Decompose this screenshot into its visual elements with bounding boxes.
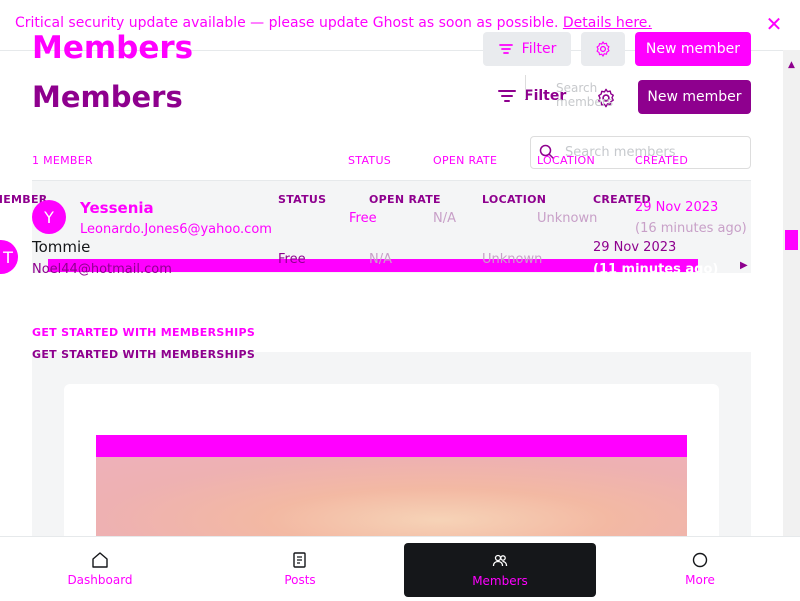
banner-message: Critical security update available — ple… bbox=[15, 15, 559, 31]
search-placeholder-ghost: Search members bbox=[556, 81, 613, 109]
more-icon bbox=[692, 552, 708, 568]
page-title-ghost: Members bbox=[32, 30, 194, 66]
nav-posts[interactable]: Posts bbox=[200, 537, 400, 601]
column-status-2[interactable]: STATUS bbox=[278, 193, 326, 206]
column-open-rate-2[interactable]: OPEN RATE bbox=[369, 193, 441, 206]
member-created: 29 Nov 2023 bbox=[593, 240, 677, 255]
gear-icon bbox=[596, 41, 610, 57]
column-created[interactable]: CREATED bbox=[635, 154, 688, 167]
avatar: Y bbox=[32, 200, 66, 234]
memberships-heading: GET STARTED WITH MEMBERSHIPS bbox=[32, 348, 256, 361]
member-email: Noel44@hotmail.com bbox=[32, 262, 172, 277]
avatar: T bbox=[0, 240, 18, 274]
column-location-2[interactable]: LOCATION bbox=[482, 193, 546, 206]
member-count: 1 MEMBER bbox=[32, 154, 93, 167]
nav-dashboard-label: Dashboard bbox=[67, 573, 133, 587]
member-status: Free bbox=[278, 252, 306, 267]
filter-button-ghost[interactable]: Filter bbox=[483, 32, 571, 66]
chevron-right-icon[interactable]: ▶ bbox=[740, 260, 748, 271]
avatar-letter: Y bbox=[44, 207, 54, 227]
nav-dashboard[interactable]: Dashboard bbox=[0, 537, 200, 601]
close-icon[interactable]: ✕ bbox=[764, 14, 784, 34]
nav-posts-label: Posts bbox=[284, 573, 316, 587]
member-location: Unknown bbox=[537, 211, 598, 226]
memberships-heading-ghost: GET STARTED WITH MEMBERSHIPS bbox=[32, 326, 256, 339]
vertical-scrollbar[interactable] bbox=[783, 50, 800, 536]
filter-icon bbox=[498, 90, 516, 102]
nav-more-label: More bbox=[685, 573, 715, 587]
member-created-ago: (16 minutes ago) bbox=[635, 221, 747, 236]
page-title: Members bbox=[32, 80, 183, 114]
posts-icon bbox=[293, 552, 306, 568]
new-member-button[interactable]: New member bbox=[638, 80, 751, 114]
search-input-ghost[interactable]: Search members bbox=[525, 75, 631, 109]
members-icon bbox=[492, 554, 508, 567]
member-created: 29 Nov 2023 bbox=[635, 200, 719, 215]
member-status: Free bbox=[349, 211, 377, 226]
scroll-up-icon[interactable]: ▲ bbox=[785, 60, 798, 72]
new-member-button-ghost[interactable]: New member bbox=[635, 32, 751, 66]
filter-icon bbox=[498, 44, 513, 54]
banner-text: Critical security update available — ple… bbox=[15, 15, 652, 31]
filter-label-ghost: Filter bbox=[521, 41, 557, 57]
member-open-rate: N/A bbox=[369, 252, 392, 267]
column-open-rate[interactable]: OPEN RATE bbox=[433, 154, 497, 167]
memberships-stripe bbox=[96, 435, 687, 457]
settings-button-ghost[interactable] bbox=[581, 32, 625, 66]
member-location: Unknown bbox=[482, 252, 543, 267]
member-name[interactable]: Tommie bbox=[32, 238, 90, 256]
avatar-letter: T bbox=[3, 247, 13, 267]
member-name[interactable]: Yessenia bbox=[80, 199, 154, 217]
memberships-image bbox=[96, 457, 687, 547]
banner-details-link[interactable]: Details here. bbox=[563, 15, 652, 31]
nav-more[interactable]: More bbox=[600, 537, 800, 601]
nav-members-label: Members bbox=[472, 574, 528, 588]
member-created-ago: (11 minutes ago) bbox=[593, 262, 719, 277]
column-location[interactable]: LOCATION bbox=[537, 154, 595, 167]
member-open-rate: N/A bbox=[433, 211, 456, 226]
column-status[interactable]: STATUS bbox=[348, 154, 391, 167]
member-email: Leonardo.Jones6@yahoo.com bbox=[80, 222, 272, 237]
home-icon bbox=[92, 552, 108, 568]
nav-members[interactable]: Members bbox=[404, 543, 596, 597]
scrollbar-thumb[interactable] bbox=[785, 230, 798, 250]
bottom-nav: Dashboard Posts Members More bbox=[0, 536, 800, 601]
